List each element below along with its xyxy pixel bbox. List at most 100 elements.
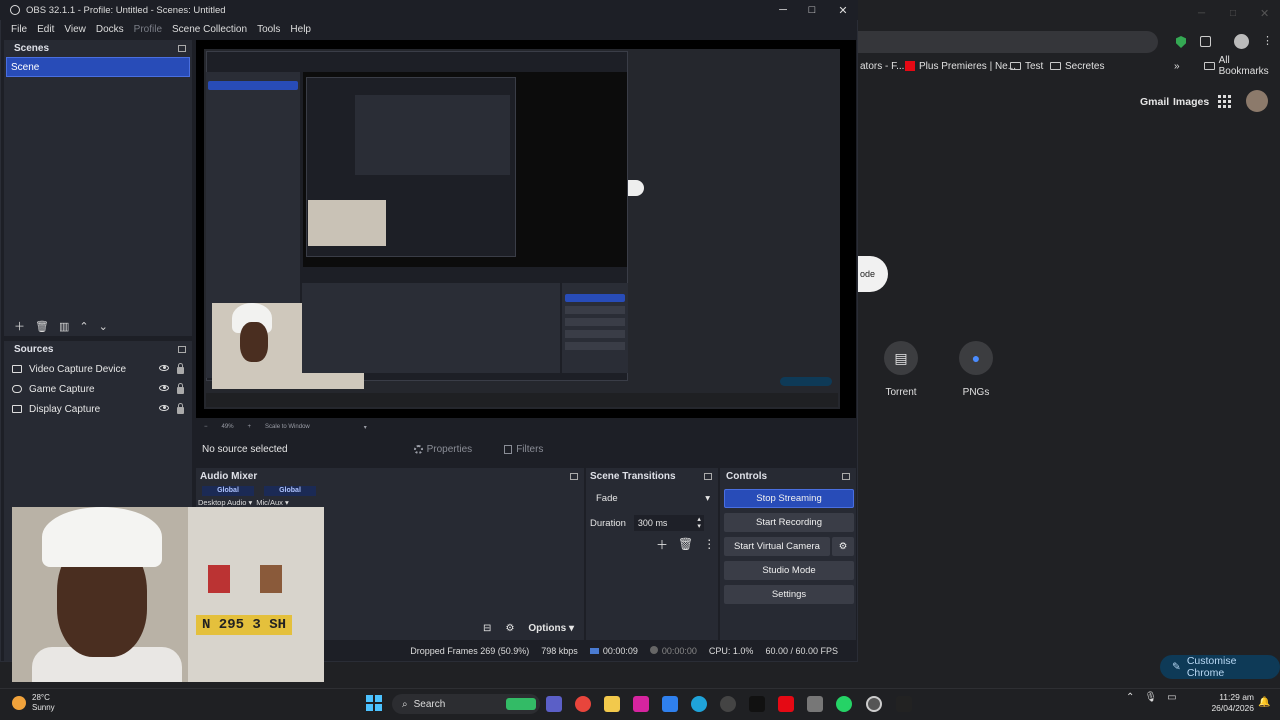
chrome-maximize-button[interactable]: □	[1230, 8, 1236, 19]
source-item-display-capture[interactable]: Display Capture	[4, 399, 192, 419]
scale-dropdown-icon[interactable]: ▾	[364, 424, 367, 431]
chatgpt-icon[interactable]	[720, 696, 736, 712]
taskbar-clock[interactable]: 11:29 am 26/04/2026	[1200, 692, 1254, 714]
stepper-arrows-icon[interactable]: ▴ ▾	[697, 516, 704, 530]
minimize-button[interactable]: ─	[768, 0, 798, 20]
customise-chrome-button[interactable]: ✎ Customise Chrome	[1160, 655, 1280, 679]
scene-list-item[interactable]: Scene	[6, 57, 190, 77]
studio-mode-button[interactable]: Studio Mode	[724, 561, 854, 580]
maximize-button[interactable]: □	[797, 0, 827, 20]
menu-view[interactable]: View	[59, 24, 91, 35]
remove-transition-button[interactable]: 🗑	[678, 537, 693, 551]
menu-tools[interactable]: Tools	[252, 24, 285, 35]
network-icon[interactable]: ▭	[1167, 692, 1176, 703]
mixer-tab-global[interactable]: Global	[202, 486, 254, 496]
visibility-eye-icon[interactable]	[159, 384, 169, 391]
windows-start-icon[interactable]	[366, 695, 382, 711]
epic-games-icon[interactable]	[896, 696, 912, 712]
mic-icon[interactable]: 🎙	[1144, 692, 1157, 703]
whatsapp-icon[interactable]	[836, 696, 852, 712]
transition-properties-button[interactable]: ⋮	[703, 537, 715, 551]
start-virtual-camera-button[interactable]: Start Virtual Camera	[724, 537, 830, 556]
bookmark-2[interactable]: Test	[1010, 58, 1043, 74]
menu-scene-collection[interactable]: Scene Collection	[167, 24, 252, 35]
mixer-tab-global[interactable]: Global	[264, 486, 316, 496]
bookmark-1[interactable]: Plus Premieres | Ne...	[905, 58, 1016, 74]
lock-icon[interactable]	[177, 362, 184, 374]
undock-icon[interactable]	[178, 345, 186, 353]
source-item-video-capture[interactable]: Video Capture Device	[4, 359, 192, 379]
notification-bell-icon[interactable]: 🔔	[1258, 697, 1270, 708]
settings-button[interactable]: Settings	[724, 585, 854, 604]
add-transition-button[interactable]: ＋	[656, 536, 668, 553]
lock-icon[interactable]	[177, 402, 184, 414]
google-account-avatar[interactable]	[1246, 90, 1268, 112]
undock-icon[interactable]	[570, 472, 578, 480]
start-recording-button[interactable]: Start Recording	[724, 513, 854, 532]
zoom-in-button[interactable]: +	[248, 424, 252, 430]
canva-icon[interactable]	[691, 696, 707, 712]
advanced-audio-icon[interactable]: ⚙	[505, 623, 514, 634]
chrome-menu-icon[interactable]: ⋮	[1262, 34, 1273, 48]
bookmark-0[interactable]: ators - F...	[860, 58, 904, 74]
channel-desktop-audio[interactable]: Desktop Audio ▾	[198, 498, 252, 507]
add-scene-button[interactable]: ＋	[14, 318, 25, 334]
controls-header: Controls	[720, 468, 856, 484]
tray-overflow-icon[interactable]: ⌃	[1126, 692, 1134, 703]
menu-help[interactable]: Help	[285, 24, 316, 35]
images-link[interactable]: Images	[1173, 96, 1209, 108]
transition-select[interactable]: Fade ▾	[592, 489, 716, 507]
obs-taskbar-icon[interactable]	[866, 696, 882, 712]
undock-icon[interactable]	[842, 472, 850, 480]
preview-start-recording	[565, 306, 625, 314]
scene-filters-button[interactable]: ▥	[59, 320, 69, 333]
lock-icon[interactable]	[177, 382, 184, 394]
file-explorer-icon[interactable]	[604, 696, 620, 712]
chrome-close-button[interactable]: ✕	[1260, 7, 1269, 20]
menu-file[interactable]: File	[6, 24, 32, 35]
instagram-icon[interactable]	[633, 696, 649, 712]
netflix-taskbar-icon[interactable]	[778, 696, 794, 712]
calculator-icon[interactable]	[807, 696, 823, 712]
close-button[interactable]: ✕	[828, 0, 858, 20]
channel-mic-aux[interactable]: Mic/Aux ▾	[256, 498, 289, 507]
chrome-minimize-button[interactable]: ─	[1198, 8, 1205, 19]
chrome-taskbar-icon[interactable]	[575, 696, 591, 712]
extensions-icon[interactable]	[1200, 36, 1211, 47]
visibility-eye-icon[interactable]	[159, 404, 169, 411]
store-icon[interactable]	[662, 696, 678, 712]
chrome-address-bar[interactable]	[858, 31, 1158, 53]
bookmarks-overflow-icon[interactable]: »	[1174, 58, 1180, 74]
virtual-camera-settings-gear-icon[interactable]: ⚙	[832, 537, 854, 556]
move-scene-up-button[interactable]: ⌃	[79, 320, 88, 333]
stop-streaming-button[interactable]: Stop Streaming	[724, 489, 854, 508]
undock-icon[interactable]	[178, 44, 186, 52]
move-scene-down-button[interactable]: ⌄	[99, 320, 108, 333]
menu-edit[interactable]: Edit	[32, 24, 59, 35]
apps-grid-icon[interactable]	[1218, 95, 1231, 108]
undock-icon[interactable]	[704, 472, 712, 480]
shortcut-pngs[interactable]: ● PNGs	[959, 341, 993, 398]
bookmark-3[interactable]: Secretes	[1050, 58, 1104, 74]
zoom-out-button[interactable]: −	[204, 424, 208, 430]
all-bookmarks[interactable]: All Bookmarks	[1204, 55, 1280, 77]
gmail-link[interactable]: Gmail	[1140, 96, 1169, 108]
tiktok-icon[interactable]	[749, 696, 765, 712]
profile-avatar[interactable]	[1234, 34, 1249, 49]
shortcut-torrent[interactable]: ▤ Torrent	[884, 341, 918, 398]
source-item-game-capture[interactable]: Game Capture	[4, 379, 192, 399]
scale-mode[interactable]: Scale to Window	[265, 424, 310, 430]
menu-profile[interactable]: Profile	[129, 24, 167, 35]
teams-icon[interactable]	[546, 696, 562, 712]
properties-button[interactable]: Properties	[408, 441, 479, 458]
mixer-layout-icon[interactable]: ⊟	[483, 623, 491, 634]
taskbar-search[interactable]: ⌕ Search	[392, 694, 540, 714]
menu-docks[interactable]: Docks	[91, 24, 129, 35]
visibility-eye-icon[interactable]	[159, 364, 169, 371]
filters-button[interactable]: Filters	[498, 441, 549, 458]
weather-widget[interactable]: 28°C Sunny	[12, 693, 55, 713]
remove-scene-button[interactable]: 🗑	[35, 320, 49, 333]
mixer-options-button[interactable]: Options ▾	[528, 623, 574, 634]
record-dot-icon	[649, 646, 658, 654]
duration-stepper[interactable]: 300 ms ▴ ▾	[633, 515, 704, 531]
